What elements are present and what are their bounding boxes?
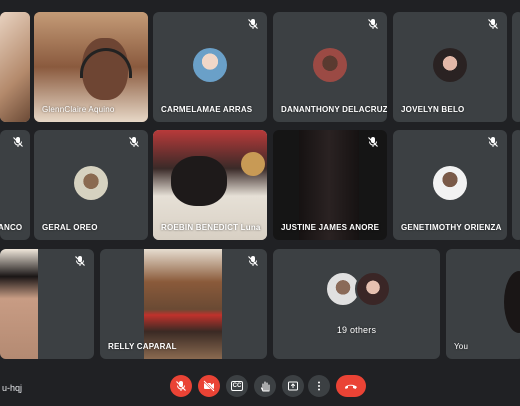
camera-off-icon xyxy=(203,380,215,392)
participant-tile[interactable] xyxy=(0,249,94,359)
participant-tile[interactable]: GlennClaire Aquino xyxy=(34,12,148,122)
participant-avatar xyxy=(433,48,467,82)
participant-tile[interactable]: GERAL OREO xyxy=(34,130,148,240)
participant-video xyxy=(0,12,30,122)
participant-name: RELLY CAPARAL xyxy=(108,342,177,351)
mic-off-icon xyxy=(368,137,378,147)
participant-tile[interactable] xyxy=(0,12,30,122)
meeting-code: u-hqj xyxy=(2,383,23,393)
mic-off-icon xyxy=(129,137,139,147)
mic-off-icon xyxy=(75,256,85,266)
participant-avatar xyxy=(313,48,347,82)
self-video xyxy=(504,271,520,333)
participant-tile[interactable]: JOVELYN BELO xyxy=(393,12,507,122)
participant-avatar xyxy=(433,166,467,200)
participant-name: DANANTHONY DELACRUZ xyxy=(281,105,387,114)
participant-tile[interactable]: RELLY CAPARAL xyxy=(100,249,267,359)
participant-name: ROEBIN BENEDICT Luna xyxy=(161,223,261,232)
participant-head xyxy=(171,156,227,206)
end-call-icon xyxy=(345,384,357,389)
participant-avatar xyxy=(193,48,227,82)
participant-name: GENETIMOTHY ORIENZA xyxy=(401,223,502,232)
participant-avatar xyxy=(74,166,108,200)
mic-off-icon xyxy=(176,381,186,391)
raise-hand-icon xyxy=(260,381,270,392)
self-tile[interactable]: You xyxy=(446,249,520,359)
captions-button[interactable]: CC xyxy=(226,375,248,397)
participant-tile[interactable] xyxy=(512,12,520,122)
participant-tile[interactable]: JUSTINE JAMES ANORE xyxy=(273,130,387,240)
mic-off-icon xyxy=(13,137,23,147)
camera-toggle-button[interactable] xyxy=(198,375,220,397)
others-tile[interactable]: 19 others xyxy=(273,249,440,359)
participant-name: JOVELYN BELO xyxy=(401,105,465,114)
raise-hand-button[interactable] xyxy=(254,375,276,397)
wall-clock xyxy=(241,152,265,176)
more-options-icon xyxy=(318,381,320,391)
participant-avatar xyxy=(355,271,391,307)
present-button[interactable] xyxy=(282,375,304,397)
participant-name: GlennClaire Aquino xyxy=(42,105,115,114)
participant-name: You xyxy=(454,342,469,351)
mic-off-icon xyxy=(368,19,378,29)
mic-off-icon xyxy=(488,19,498,29)
more-options-button[interactable] xyxy=(308,375,330,397)
call-controls-bar: u-hqj CC xyxy=(0,364,520,406)
participant-tile[interactable]: DANANTHONY DELACRUZ xyxy=(273,12,387,122)
participant-tile[interactable]: ANCO xyxy=(0,130,30,240)
mic-toggle-button[interactable] xyxy=(170,375,192,397)
participant-tile[interactable]: CARMELAMAE ARRAS xyxy=(153,12,267,122)
participant-tile[interactable]: ROEBIN BENEDICT Luna xyxy=(153,130,267,240)
participant-tile[interactable]: GENETIMOTHY ORIENZA xyxy=(393,130,507,240)
mic-off-icon xyxy=(248,19,258,29)
present-icon xyxy=(288,381,298,391)
mic-off-icon xyxy=(488,137,498,147)
others-count: 19 others xyxy=(336,325,377,335)
end-call-button[interactable] xyxy=(336,375,366,397)
participant-video xyxy=(0,249,38,359)
participant-name: GERAL OREO xyxy=(42,223,98,232)
participant-name: CARMELAMAE ARRAS xyxy=(161,105,253,114)
captions-icon: CC xyxy=(230,381,244,391)
participant-tile[interactable] xyxy=(512,130,520,240)
participant-name: ANCO xyxy=(0,223,23,232)
mic-off-icon xyxy=(248,256,258,266)
participant-name: JUSTINE JAMES ANORE xyxy=(281,223,380,232)
